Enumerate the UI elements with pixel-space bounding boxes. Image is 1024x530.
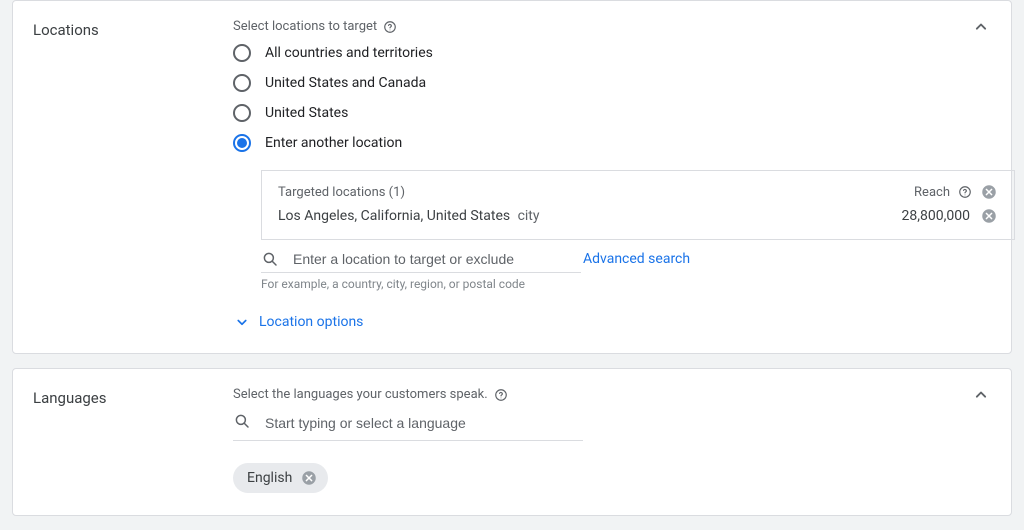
search-icon — [233, 412, 251, 434]
radio-label: United States and Canada — [265, 75, 426, 91]
location-search-helper: For example, a country, city, region, or… — [261, 277, 991, 291]
advanced-search-link[interactable]: Advanced search — [583, 251, 690, 267]
location-search-row: Advanced search — [261, 250, 991, 268]
locations-title: Locations — [33, 19, 233, 331]
languages-hint-text: Select the languages your customers spea… — [233, 387, 488, 402]
targeted-header-label: Targeted locations (1) — [278, 185, 405, 200]
location-options-label: Location options — [259, 314, 363, 330]
location-radio-group: All countries and territories United Sta… — [233, 44, 991, 152]
language-chip-label: English — [247, 470, 292, 486]
radio-label: United States — [265, 105, 348, 121]
radio-label: Enter another location — [265, 135, 402, 151]
language-search-input[interactable] — [263, 414, 583, 432]
radio-icon — [233, 44, 251, 62]
targeted-locations-box: Targeted locations (1) Reach — [261, 170, 1015, 240]
locations-card: Locations Select locations to target All… — [12, 0, 1012, 354]
location-options-toggle[interactable]: Location options — [233, 313, 991, 331]
targeted-header: Targeted locations (1) Reach — [278, 183, 998, 201]
reach-label: Reach — [914, 185, 950, 200]
location-search-input[interactable] — [291, 250, 555, 268]
remove-location-icon[interactable] — [980, 207, 998, 225]
chevron-down-icon — [233, 313, 251, 331]
collapse-section-button[interactable] — [969, 383, 993, 407]
radio-icon — [233, 134, 251, 152]
help-icon[interactable] — [494, 388, 508, 402]
languages-card: Languages Select the languages your cust… — [12, 368, 1012, 516]
collapse-section-button[interactable] — [969, 15, 993, 39]
radio-us-canada[interactable]: United States and Canada — [233, 74, 991, 92]
clear-all-icon[interactable] — [980, 183, 998, 201]
locations-hint: Select locations to target — [233, 19, 991, 34]
locations-hint-text: Select locations to target — [233, 19, 377, 34]
remove-language-icon[interactable] — [300, 469, 318, 487]
targeted-row-type: city — [518, 208, 540, 224]
radio-label: All countries and territories — [265, 45, 433, 61]
radio-enter-another[interactable]: Enter another location — [233, 134, 991, 152]
search-icon — [261, 250, 279, 268]
language-chip[interactable]: English — [233, 463, 328, 493]
languages-hint: Select the languages your customers spea… — [233, 387, 991, 402]
radio-icon — [233, 104, 251, 122]
targeted-row-reach: 28,800,000 — [902, 208, 970, 224]
help-icon[interactable] — [383, 20, 397, 34]
divider — [261, 272, 581, 273]
language-search-row — [233, 412, 583, 441]
radio-all-countries[interactable]: All countries and territories — [233, 44, 991, 62]
targeted-row: Los Angeles, California, United States c… — [278, 207, 998, 225]
help-icon[interactable] — [958, 185, 972, 199]
targeted-row-name: Los Angeles, California, United States — [278, 208, 510, 224]
languages-body: Select the languages your customers spea… — [233, 387, 991, 493]
languages-title: Languages — [33, 387, 233, 493]
locations-body: Select locations to target All countries… — [233, 19, 991, 331]
radio-us[interactable]: United States — [233, 104, 991, 122]
language-chips: English — [233, 463, 991, 493]
radio-icon — [233, 74, 251, 92]
